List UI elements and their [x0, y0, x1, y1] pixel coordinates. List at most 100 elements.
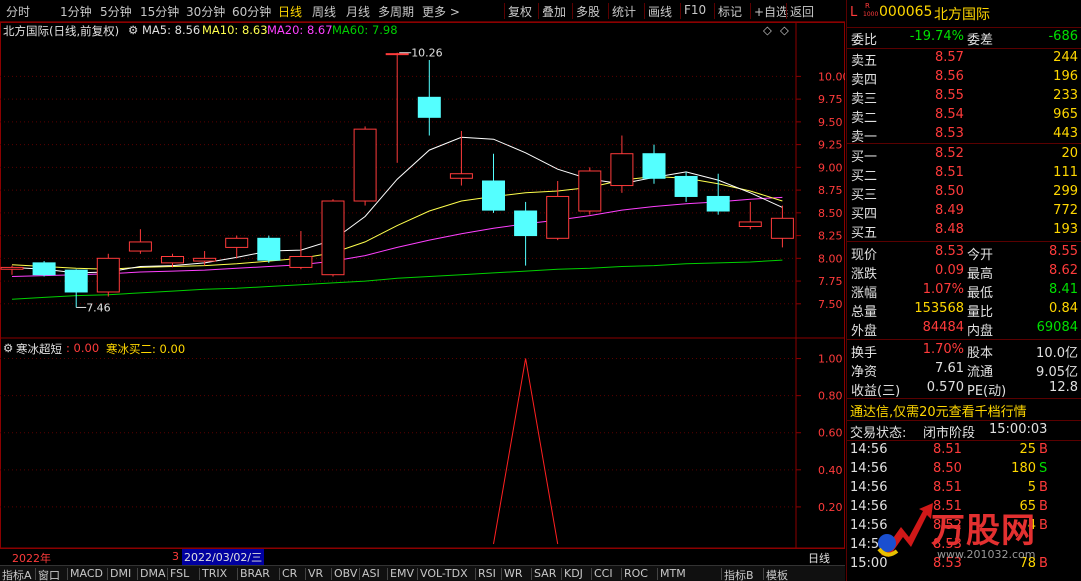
- candle-body: [385, 53, 409, 56]
- candle-12: [385, 52, 409, 163]
- tab-separator: [621, 568, 622, 580]
- orderbook-row-6[interactable]: 买二 8.51 111: [847, 164, 1081, 184]
- orderbook-row-7[interactable]: 买三 8.50 299: [847, 183, 1081, 203]
- candle-3: [96, 253, 120, 297]
- indicator-tab-6[interactable]: TRIX: [202, 567, 227, 580]
- indicator-tab-12[interactable]: EMV: [390, 567, 414, 580]
- orderbook-row-8[interactable]: 买四 8.49 772: [847, 202, 1081, 222]
- indicator-tab-8[interactable]: CR: [282, 567, 297, 580]
- candle-0: [0, 265, 24, 275]
- settings-small-icon[interactable]: ⚙: [128, 23, 138, 37]
- stat-row-1: 涨跌 0.09 最高 8.62: [851, 263, 1078, 282]
- indicator-tab-11[interactable]: ASI: [362, 567, 380, 580]
- candle-13: [417, 60, 441, 136]
- timeline-cursor-date: 2022/03/02/三: [182, 549, 265, 565]
- toolbar-button-1[interactable]: 叠加: [542, 3, 566, 20]
- orderbook-row-5[interactable]: 买一 8.52 20: [847, 145, 1081, 165]
- indicator-tab-4[interactable]: DMA: [140, 567, 166, 580]
- indicator-tab-17[interactable]: KDJ: [564, 567, 583, 580]
- ma10-label: MA10: 8.63: [202, 23, 268, 37]
- toolbar-button-8[interactable]: 返回: [790, 3, 814, 20]
- orderbook-row-3[interactable]: 卖二 8.54 965: [847, 106, 1081, 126]
- period-tab-10[interactable]: 更多 >: [422, 3, 460, 20]
- toolbar-button-4[interactable]: 画线: [648, 3, 672, 20]
- period-tab-6[interactable]: 日线: [278, 3, 302, 20]
- indicator-tab-21[interactable]: 指标B: [724, 567, 754, 581]
- toolbar-button-2[interactable]: 多股: [576, 3, 600, 20]
- watermark-text: 万股网: [931, 511, 1036, 551]
- toolbar-button-5[interactable]: F10: [684, 3, 706, 17]
- stat-row-4: 外盘 84484 内盘 69084: [851, 320, 1078, 339]
- watermark-arrow-icon: [877, 503, 933, 557]
- candle-24: [770, 205, 794, 248]
- indicator-tab-14[interactable]: RSI: [478, 567, 496, 580]
- toolbar-separator: [786, 3, 787, 19]
- stat-row-3: 总量 153568 量比 0.84: [851, 301, 1078, 320]
- candle-body: [514, 210, 538, 237]
- period-tab-0[interactable]: 分时: [6, 3, 30, 20]
- indicator-name: 寒冰超短: [16, 342, 62, 356]
- candle-body: [578, 170, 602, 212]
- indicator-tab-9[interactable]: VR: [308, 567, 323, 580]
- period-tab-3[interactable]: 15分钟: [140, 3, 179, 20]
- period-tab-4[interactable]: 30分钟: [186, 3, 225, 20]
- indicator-tab-15[interactable]: WR: [504, 567, 523, 580]
- toolbar-button-7[interactable]: +自选: [754, 3, 788, 20]
- quote-header: L R 1000 000065 北方国际: [847, 2, 1081, 25]
- stock-name: 北方国际: [934, 7, 990, 23]
- y-tick-label: 0.20: [818, 501, 843, 514]
- indicator-tab-10[interactable]: OBV: [334, 567, 357, 580]
- y-tick-label: 9.00: [818, 161, 843, 174]
- stat-row-0: 现价 8.53 今开 8.55: [851, 244, 1078, 263]
- weicha-value: -686: [1048, 29, 1078, 44]
- candle-body: [417, 96, 441, 118]
- kline-chart-svg[interactable]: 7.50 7.75 8.00 8.25 8.50 8.75 9.00 9.25 9.50 9.75…: [0, 22, 850, 549]
- period-label[interactable]: 日线: [808, 550, 830, 566]
- indicator-tab-0[interactable]: 指标A: [2, 567, 32, 581]
- orderbook-row-1[interactable]: 卖四 8.56 196: [847, 68, 1081, 88]
- candle-body: [738, 221, 762, 227]
- orderbook-row-9[interactable]: 买五 8.48 193: [847, 221, 1081, 241]
- period-tab-2[interactable]: 5分钟: [100, 3, 132, 20]
- indicator-tab-22[interactable]: 模板: [766, 567, 788, 581]
- close-chart-icon[interactable]: ◇: [780, 23, 789, 37]
- expand-diamond-icon[interactable]: ◇: [763, 23, 772, 37]
- indicator-tab-7[interactable]: BRAR: [240, 567, 270, 580]
- period-tab-7[interactable]: 周线: [312, 3, 336, 20]
- period-tab-1[interactable]: 1分钟: [60, 3, 92, 20]
- candle-body: [96, 257, 120, 293]
- candle-10: [321, 199, 345, 277]
- toolbar-separator: [644, 3, 645, 19]
- candle-16: [514, 201, 538, 266]
- promo-text[interactable]: 通达信,仅需20元查看千档行情: [850, 401, 1027, 420]
- period-tab-5[interactable]: 60分钟: [232, 3, 271, 20]
- orderbook-row-4[interactable]: 卖一 8.53 443: [847, 125, 1081, 145]
- indicator-tab-13[interactable]: VOL-TDX: [420, 567, 468, 580]
- indicator-tab-5[interactable]: FSL: [170, 567, 189, 580]
- orderbook-row-2[interactable]: 卖三 8.55 233: [847, 87, 1081, 107]
- indicator-tab-2[interactable]: MACD: [70, 567, 103, 580]
- ma60-line: [11, 259, 783, 300]
- indicator-settings-icon[interactable]: ⚙: [3, 341, 13, 355]
- period-tab-9[interactable]: 多周期: [378, 3, 414, 20]
- indicator-tab-19[interactable]: ROC: [624, 567, 648, 580]
- candle-20: [642, 144, 666, 184]
- indicator-tab-20[interactable]: MTM: [660, 567, 686, 580]
- candle-14: [449, 130, 473, 186]
- toolbar-button-6[interactable]: 标记: [718, 3, 742, 20]
- candle-body: [0, 266, 24, 270]
- indicator-tab-16[interactable]: SAR: [534, 567, 556, 580]
- ma60-label: MA60: 7.98: [332, 23, 398, 37]
- period-tab-8[interactable]: 月线: [346, 3, 370, 20]
- y-tick-label: 0.60: [818, 427, 843, 440]
- indicator-tab-3[interactable]: DMI: [110, 567, 131, 580]
- toolbar-button-0[interactable]: 复权: [508, 3, 532, 20]
- orderbook-row-0[interactable]: 卖五 8.57 244: [847, 49, 1081, 69]
- tab-separator: [387, 568, 388, 580]
- promo-row[interactable]: 通达信,仅需20元查看千档行情: [847, 400, 1081, 420]
- stock-code: 000065: [879, 4, 933, 20]
- indicator-tab-18[interactable]: CCI: [594, 567, 613, 580]
- toolbar-button-3[interactable]: 统计: [612, 3, 636, 20]
- watermark-url: www.201032.com: [937, 548, 1036, 561]
- indicator-tab-1[interactable]: 窗口: [38, 567, 60, 581]
